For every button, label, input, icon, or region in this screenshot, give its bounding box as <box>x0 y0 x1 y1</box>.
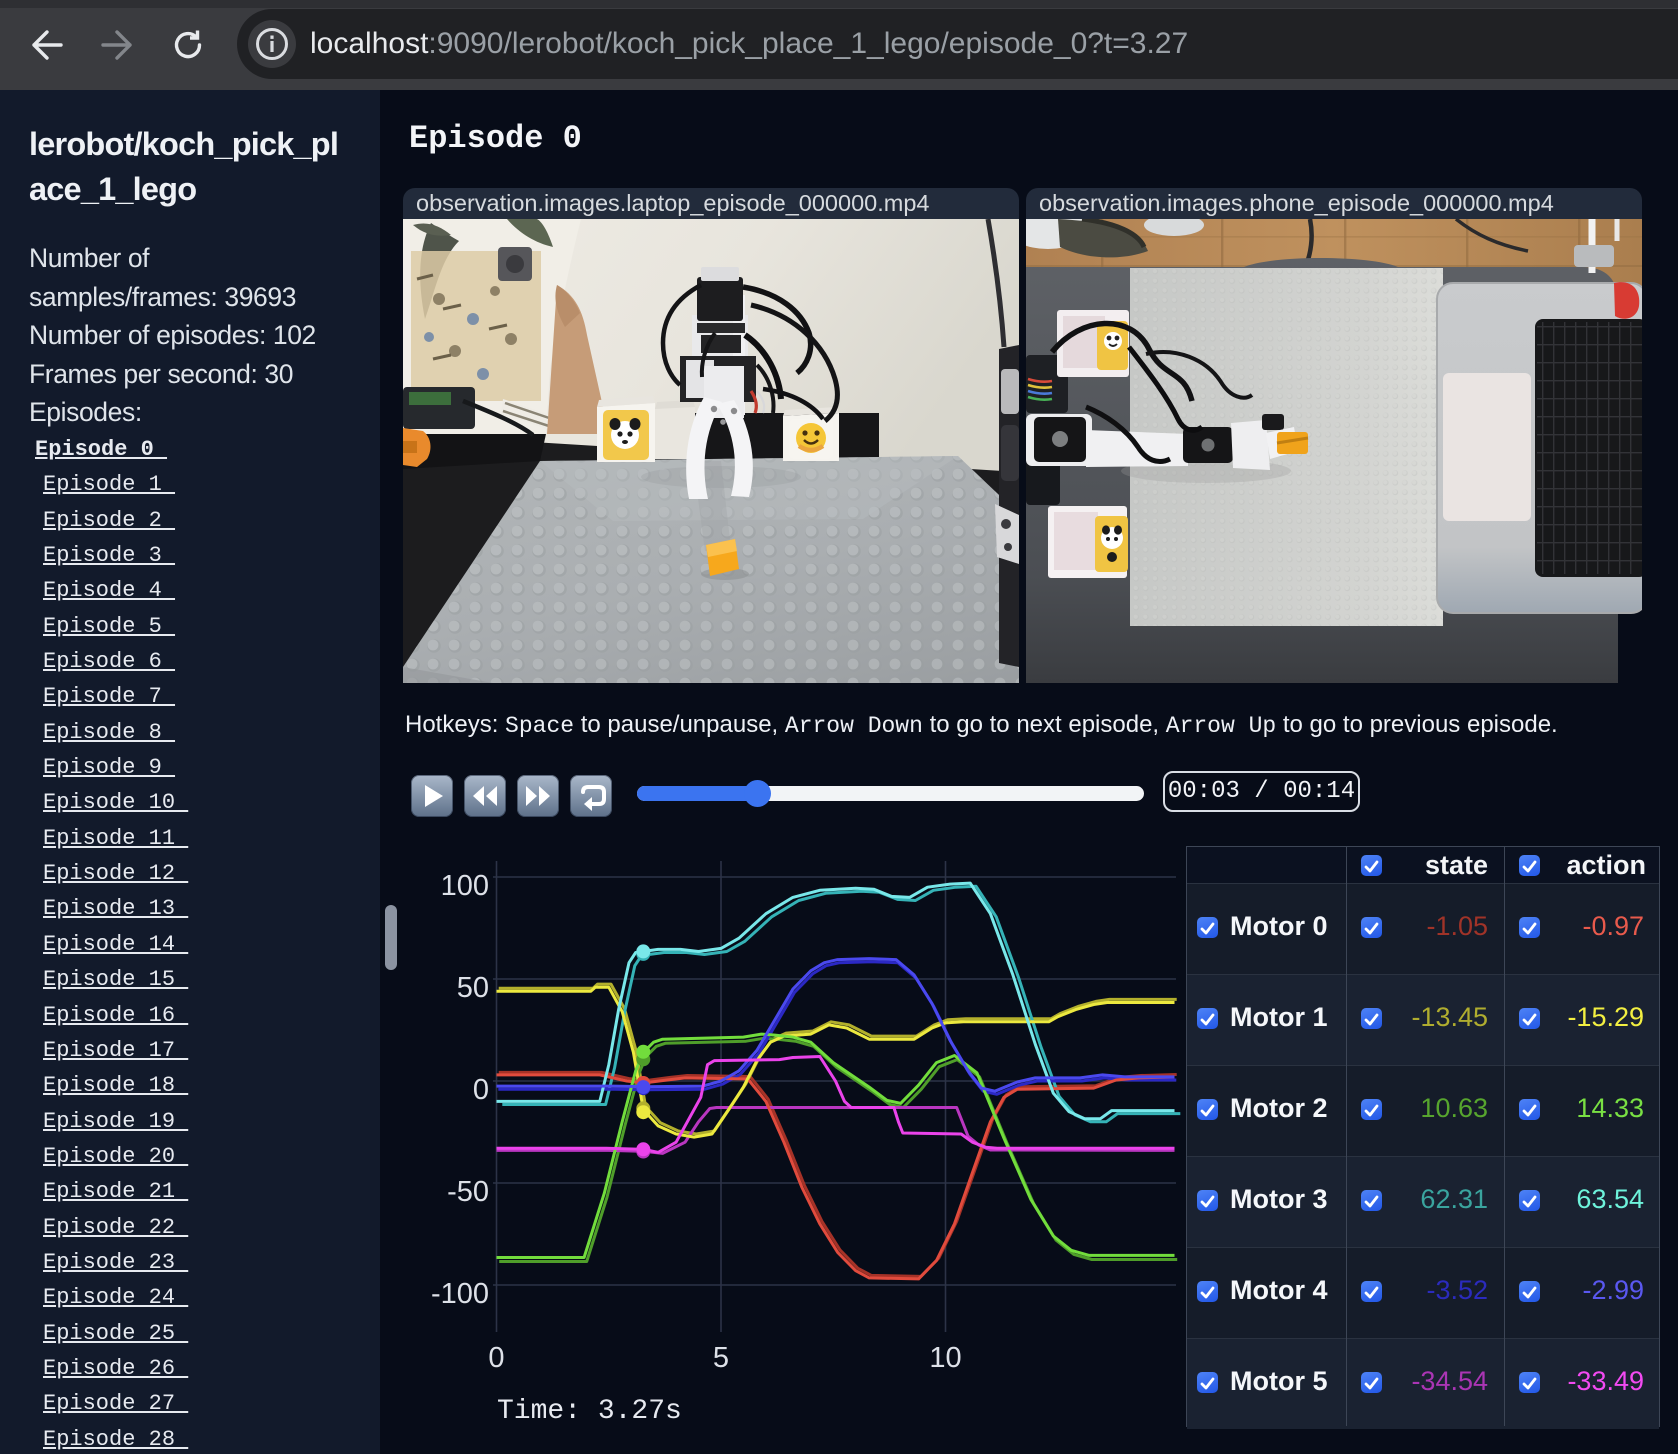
svg-text:100: 100 <box>441 870 489 902</box>
svg-text:5: 5 <box>713 1342 729 1374</box>
svg-text:-50: -50 <box>447 1176 489 1208</box>
svg-text:50: 50 <box>457 972 489 1004</box>
svg-text:Time: 3.27s: Time: 3.27s <box>497 1396 682 1427</box>
svg-text:-100: -100 <box>431 1278 489 1310</box>
svg-text:10: 10 <box>929 1342 961 1374</box>
svg-text:0: 0 <box>473 1074 489 1106</box>
svg-text:0: 0 <box>488 1342 504 1374</box>
